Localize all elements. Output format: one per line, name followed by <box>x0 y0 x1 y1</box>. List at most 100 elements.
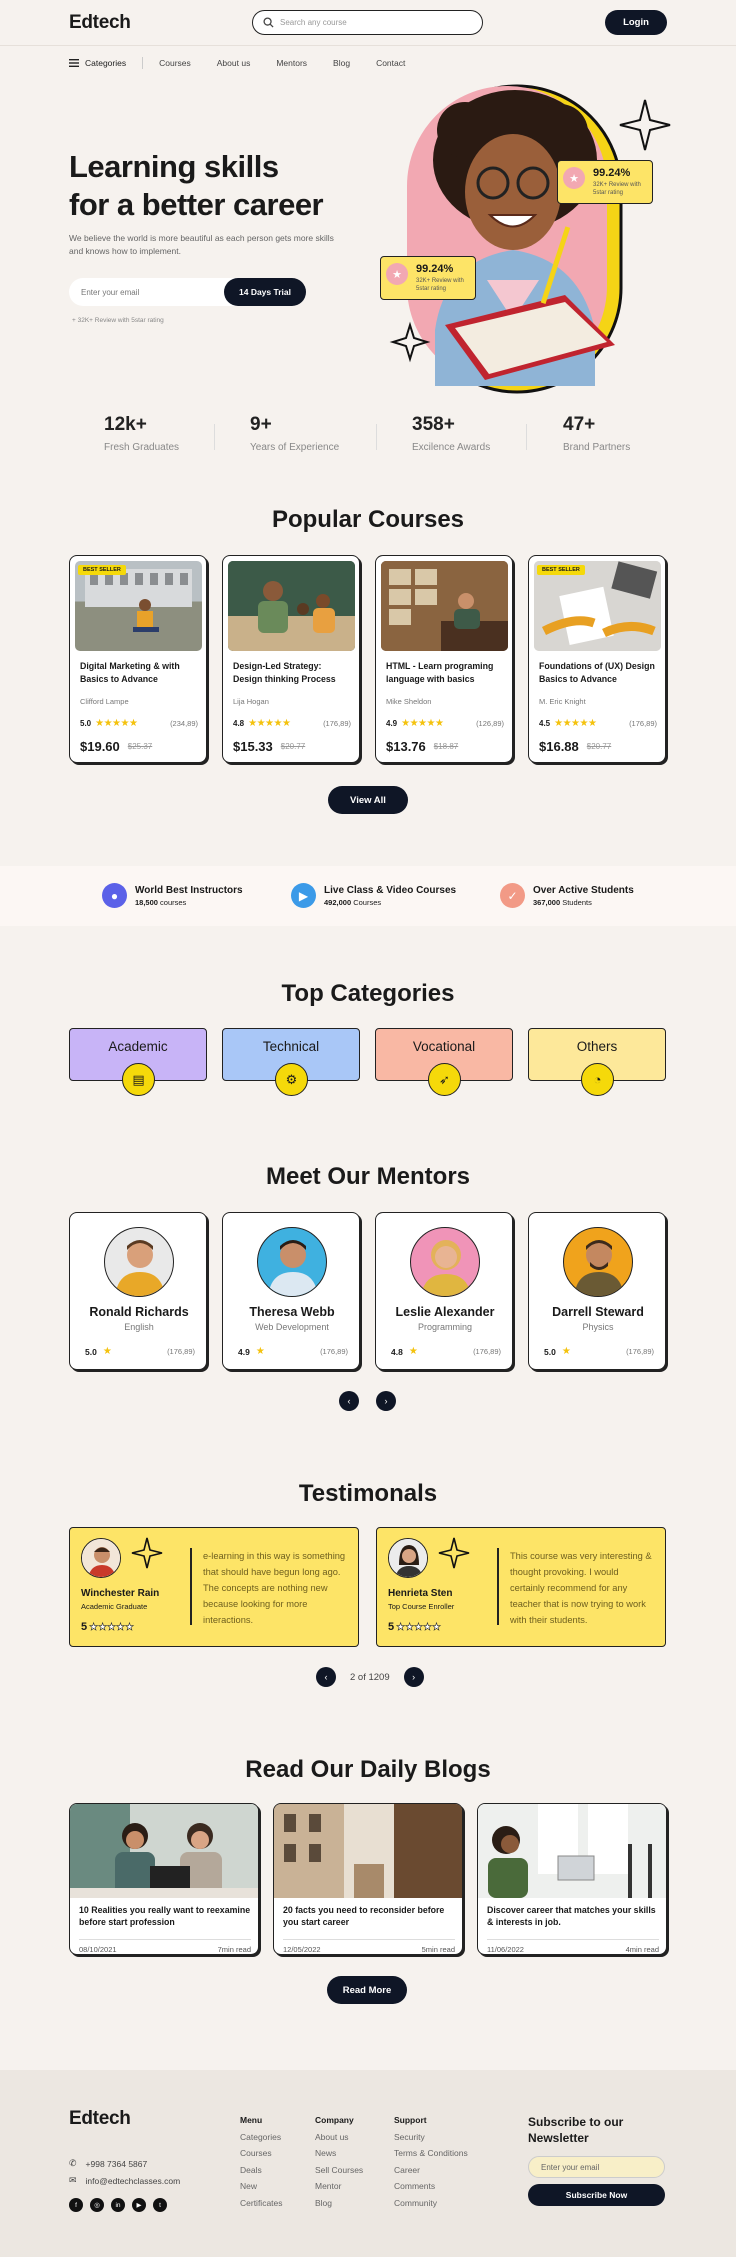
best-seller-badge: BEST SELLER <box>78 565 126 575</box>
footer-link[interactable]: Blog <box>315 2198 363 2208</box>
blogs-title: Read Our Daily Blogs <box>245 1756 491 1783</box>
mentor-role: Programming <box>417 1322 473 1332</box>
course-card[interactable]: HTML - Learn programing language with ba… <box>375 555 513 763</box>
footer-link[interactable]: Terms & Conditions <box>394 2148 468 2158</box>
blog-title[interactable]: 10 Realities you really want to reexamin… <box>79 1904 251 1928</box>
rocket-icon: ➶ <box>428 1063 461 1096</box>
course-title[interactable]: Digital Marketing & with Basics to Advan… <box>80 660 200 686</box>
newsletter-email-input[interactable]: Enter your email <box>528 2156 665 2178</box>
mentor-card[interactable]: Theresa Webb Web Development 4.9 ★ (176,89… <box>222 1212 360 1370</box>
stars-icon: ★★★★★ <box>401 718 444 729</box>
facebook-icon[interactable]: f <box>69 2198 83 2212</box>
mentors-prev-button[interactable]: ‹ <box>339 1391 359 1411</box>
twitter-icon[interactable]: t <box>153 2198 167 2212</box>
nav-link-courses[interactable]: Courses <box>159 58 191 68</box>
mentors-next-button[interactable]: › <box>376 1391 396 1411</box>
hero-badge-2: ★ 99.24% 32K+ Review with 5star rating <box>380 256 476 300</box>
stars-icon: ★★★★★ <box>396 1621 441 1633</box>
course-title[interactable]: HTML - Learn programing language with ba… <box>386 660 506 686</box>
course-rating: 4.9 ★★★★★ (126,89) <box>386 718 504 729</box>
course-price: $15.33 $20.77 <box>233 739 306 754</box>
stat-divider <box>526 424 527 450</box>
footer-link[interactable]: News <box>315 2148 363 2158</box>
blog-title[interactable]: Discover career that matches your skills… <box>487 1904 659 1928</box>
footer-link[interactable]: Deals <box>240 2165 283 2175</box>
course-card[interactable]: Design-Led Strategy: Design thinking Pro… <box>222 555 360 763</box>
mentor-role: Web Development <box>255 1322 329 1332</box>
stars-icon: ★★★★★ <box>554 718 597 729</box>
footer-link[interactable]: Security <box>394 2132 468 2142</box>
blog-title[interactable]: 20 facts you need to reconsider before y… <box>283 1904 455 1928</box>
testimonials-next-button[interactable]: › <box>403 1667 424 1687</box>
mentor-card[interactable]: Darrell Steward Physics 5.0 ★ (176,89) <box>528 1212 666 1370</box>
categories-menu[interactable]: Categories <box>69 58 126 68</box>
phone-icon: ✆ <box>69 2158 77 2168</box>
stat-graduates: 12k+ Fresh Graduates <box>104 414 180 453</box>
trial-button[interactable]: 14 Days Trial <box>224 278 306 306</box>
mail-icon: ✉ <box>69 2175 77 2185</box>
star-icon: ★ <box>255 1346 265 1357</box>
course-price: $13.76 $18.87 <box>386 739 459 754</box>
footer-link[interactable]: Mentor <box>315 2181 363 2191</box>
review-note: + 32K+ Review with 5star rating <box>72 317 164 324</box>
avatar <box>410 1227 480 1297</box>
instagram-icon[interactable]: ◎ <box>90 2198 104 2212</box>
blog-meta: 11/06/2022 4min read <box>487 1939 659 1954</box>
footer-link[interactable]: About us <box>315 2132 363 2142</box>
avatar <box>563 1227 633 1297</box>
star-icon: ★ <box>563 167 585 189</box>
mentor-rating: 5.0 ★ (176,89) <box>85 1346 195 1357</box>
footer-support-column: Support Security Terms & Conditions Care… <box>394 2115 468 2208</box>
footer-email[interactable]: ✉ info@edtechclasses.com <box>69 2175 180 2186</box>
mentor-card[interactable]: Leslie Alexander Programming 4.8 ★ (176,89… <box>375 1212 513 1370</box>
youtube-icon[interactable]: ▶ <box>132 2198 146 2212</box>
blog-image <box>70 1804 258 1898</box>
footer-link[interactable]: Comments <box>394 2181 468 2191</box>
read-more-button[interactable]: Read More <box>327 1976 407 2004</box>
hamburger-icon <box>69 59 79 67</box>
nav-link-about[interactable]: About us <box>217 58 251 68</box>
sparkle-icon <box>438 1537 470 1569</box>
footer-link[interactable]: Categories <box>240 2132 283 2142</box>
testimonial-role: Academic Graduate <box>81 1602 148 1611</box>
stars-icon: ★★★★★ <box>95 718 138 729</box>
course-card[interactable]: BEST SELLER Digital Marketing & with Bas… <box>69 555 207 763</box>
footer-logo[interactable]: Edtech <box>69 2108 131 2130</box>
nav-link-contact[interactable]: Contact <box>376 58 405 68</box>
search-input[interactable]: Search any course <box>280 18 347 27</box>
footer-link[interactable]: Community <box>394 2198 468 2208</box>
check-icon: ✓ <box>500 883 525 908</box>
logo[interactable]: Edtech <box>69 12 131 34</box>
course-card[interactable]: BEST SELLER Foundations of (UX) Design B… <box>528 555 666 763</box>
testimonial-text: e-learning in this way is something that… <box>203 1551 346 1625</box>
footer-link[interactable]: Career <box>394 2165 468 2175</box>
course-image <box>228 561 355 651</box>
stars-icon: ★★★★★ <box>89 1621 134 1633</box>
footer-link[interactable]: New <box>240 2181 283 2191</box>
nav-link-mentors[interactable]: Mentors <box>276 58 307 68</box>
nav-link-blog[interactable]: Blog <box>333 58 350 68</box>
star-icon: ★ <box>386 263 408 285</box>
mentor-card[interactable]: Ronald Richards English 5.0 ★ (176,89) <box>69 1212 207 1370</box>
footer-link[interactable]: Courses <box>240 2148 283 2158</box>
footer-link[interactable]: Certificates <box>240 2198 283 2208</box>
hero-title: Learning skills for a better career <box>69 149 324 222</box>
user-icon: ● <box>102 883 127 908</box>
blog-card[interactable]: 10 Realities you really want to reexamin… <box>69 1803 259 1955</box>
view-all-button[interactable]: View All <box>328 786 408 814</box>
linkedin-icon[interactable]: in <box>111 2198 125 2212</box>
hero-subtitle: We believe the world is more beautiful a… <box>69 233 334 256</box>
blog-card[interactable]: Discover career that matches your skills… <box>477 1803 667 1955</box>
feature-students: ✓ Over Active Students 367,000 Students <box>500 883 634 908</box>
course-title[interactable]: Foundations of (UX) Design Basics to Adv… <box>539 660 659 686</box>
blog-card[interactable]: 20 facts you need to reconsider before y… <box>273 1803 463 1955</box>
footer-link[interactable]: Sell Courses <box>315 2165 363 2175</box>
testimonials-prev-button[interactable]: ‹ <box>316 1667 336 1687</box>
stat-divider <box>214 424 215 450</box>
subscribe-button[interactable]: Subscribe Now <box>528 2184 665 2206</box>
stat-partners: 47+ Brand Partners <box>563 414 631 453</box>
login-button[interactable]: Login <box>605 10 667 35</box>
course-title[interactable]: Design-Led Strategy: Design thinking Pro… <box>233 660 353 686</box>
search-bar[interactable]: Search any course <box>252 10 483 35</box>
hero-badge-1: ★ 99.24% 32K+ Review with 5star rating <box>557 160 653 204</box>
